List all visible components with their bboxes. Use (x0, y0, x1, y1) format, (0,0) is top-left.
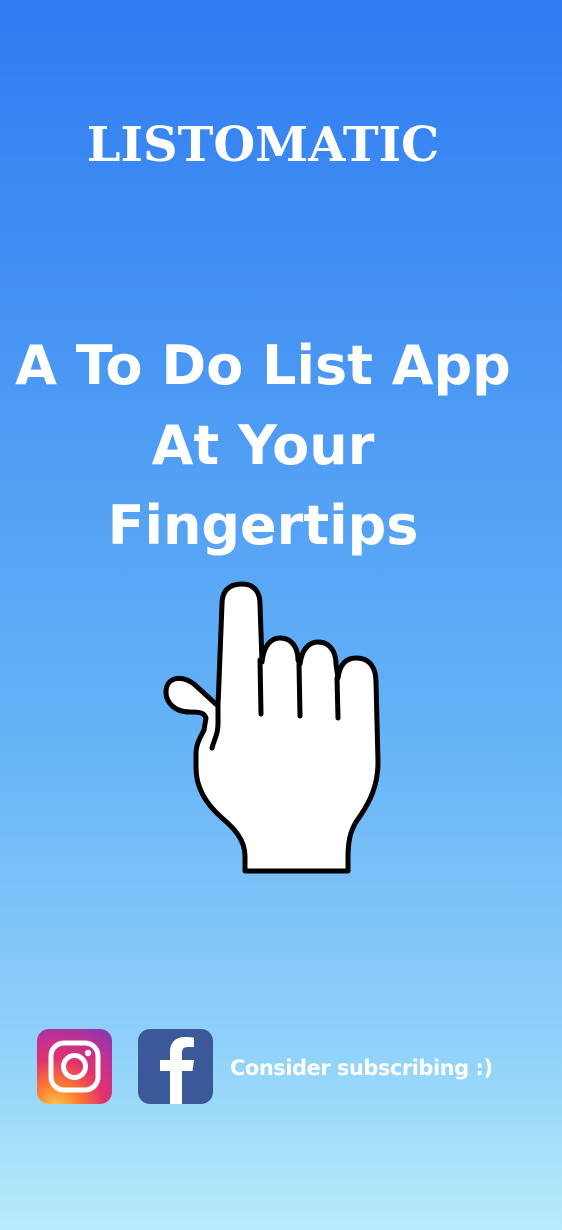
tagline: A To Do List App At Your Fingertips (0, 326, 526, 566)
tagline-line-3: Fingertips (107, 494, 419, 557)
facebook-icon[interactable] (138, 1029, 213, 1104)
app-title: LISTOMATIC (86, 117, 440, 173)
pointing-hand-icon (160, 568, 388, 878)
instagram-icon[interactable] (37, 1029, 112, 1104)
subscribe-cta: Consider subscribing :) (230, 1056, 493, 1080)
tagline-line-2: At Your (151, 414, 375, 477)
tagline-line-1: A To Do List App (15, 334, 511, 397)
promo-screen: { "app": { "title": "LISTOMATIC" }, "tag… (0, 0, 562, 1230)
